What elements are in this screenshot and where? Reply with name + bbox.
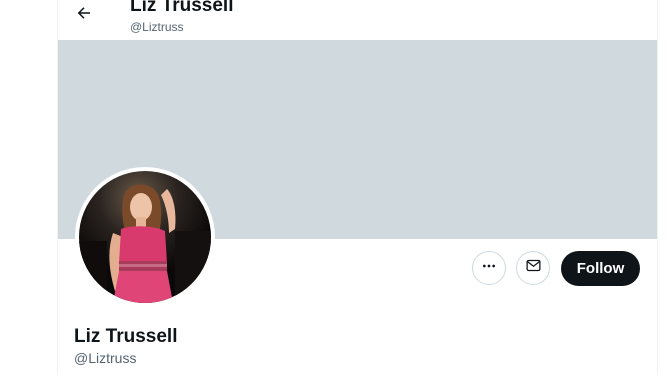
profile-name: Liz Trussell — [74, 326, 178, 347]
more-options-button[interactable] — [472, 251, 506, 285]
right-column-divider — [657, 0, 658, 375]
header-profile-handle: @Liztruss — [130, 20, 184, 34]
avatar[interactable] — [75, 167, 215, 307]
back-button[interactable] — [66, 0, 102, 30]
profile-handle: @Liztruss — [74, 350, 137, 366]
more-horizontal-icon — [481, 258, 497, 279]
profile-page: Liz Trussell @Liztruss Follow Liz Trusse… — [0, 0, 669, 375]
arrow-left-icon — [75, 4, 93, 27]
follow-button[interactable]: Follow — [561, 251, 640, 286]
profile-photo — [79, 171, 211, 303]
header-profile-name: Liz Trussell — [130, 0, 234, 16]
message-button[interactable] — [516, 251, 550, 285]
envelope-icon — [525, 257, 542, 279]
